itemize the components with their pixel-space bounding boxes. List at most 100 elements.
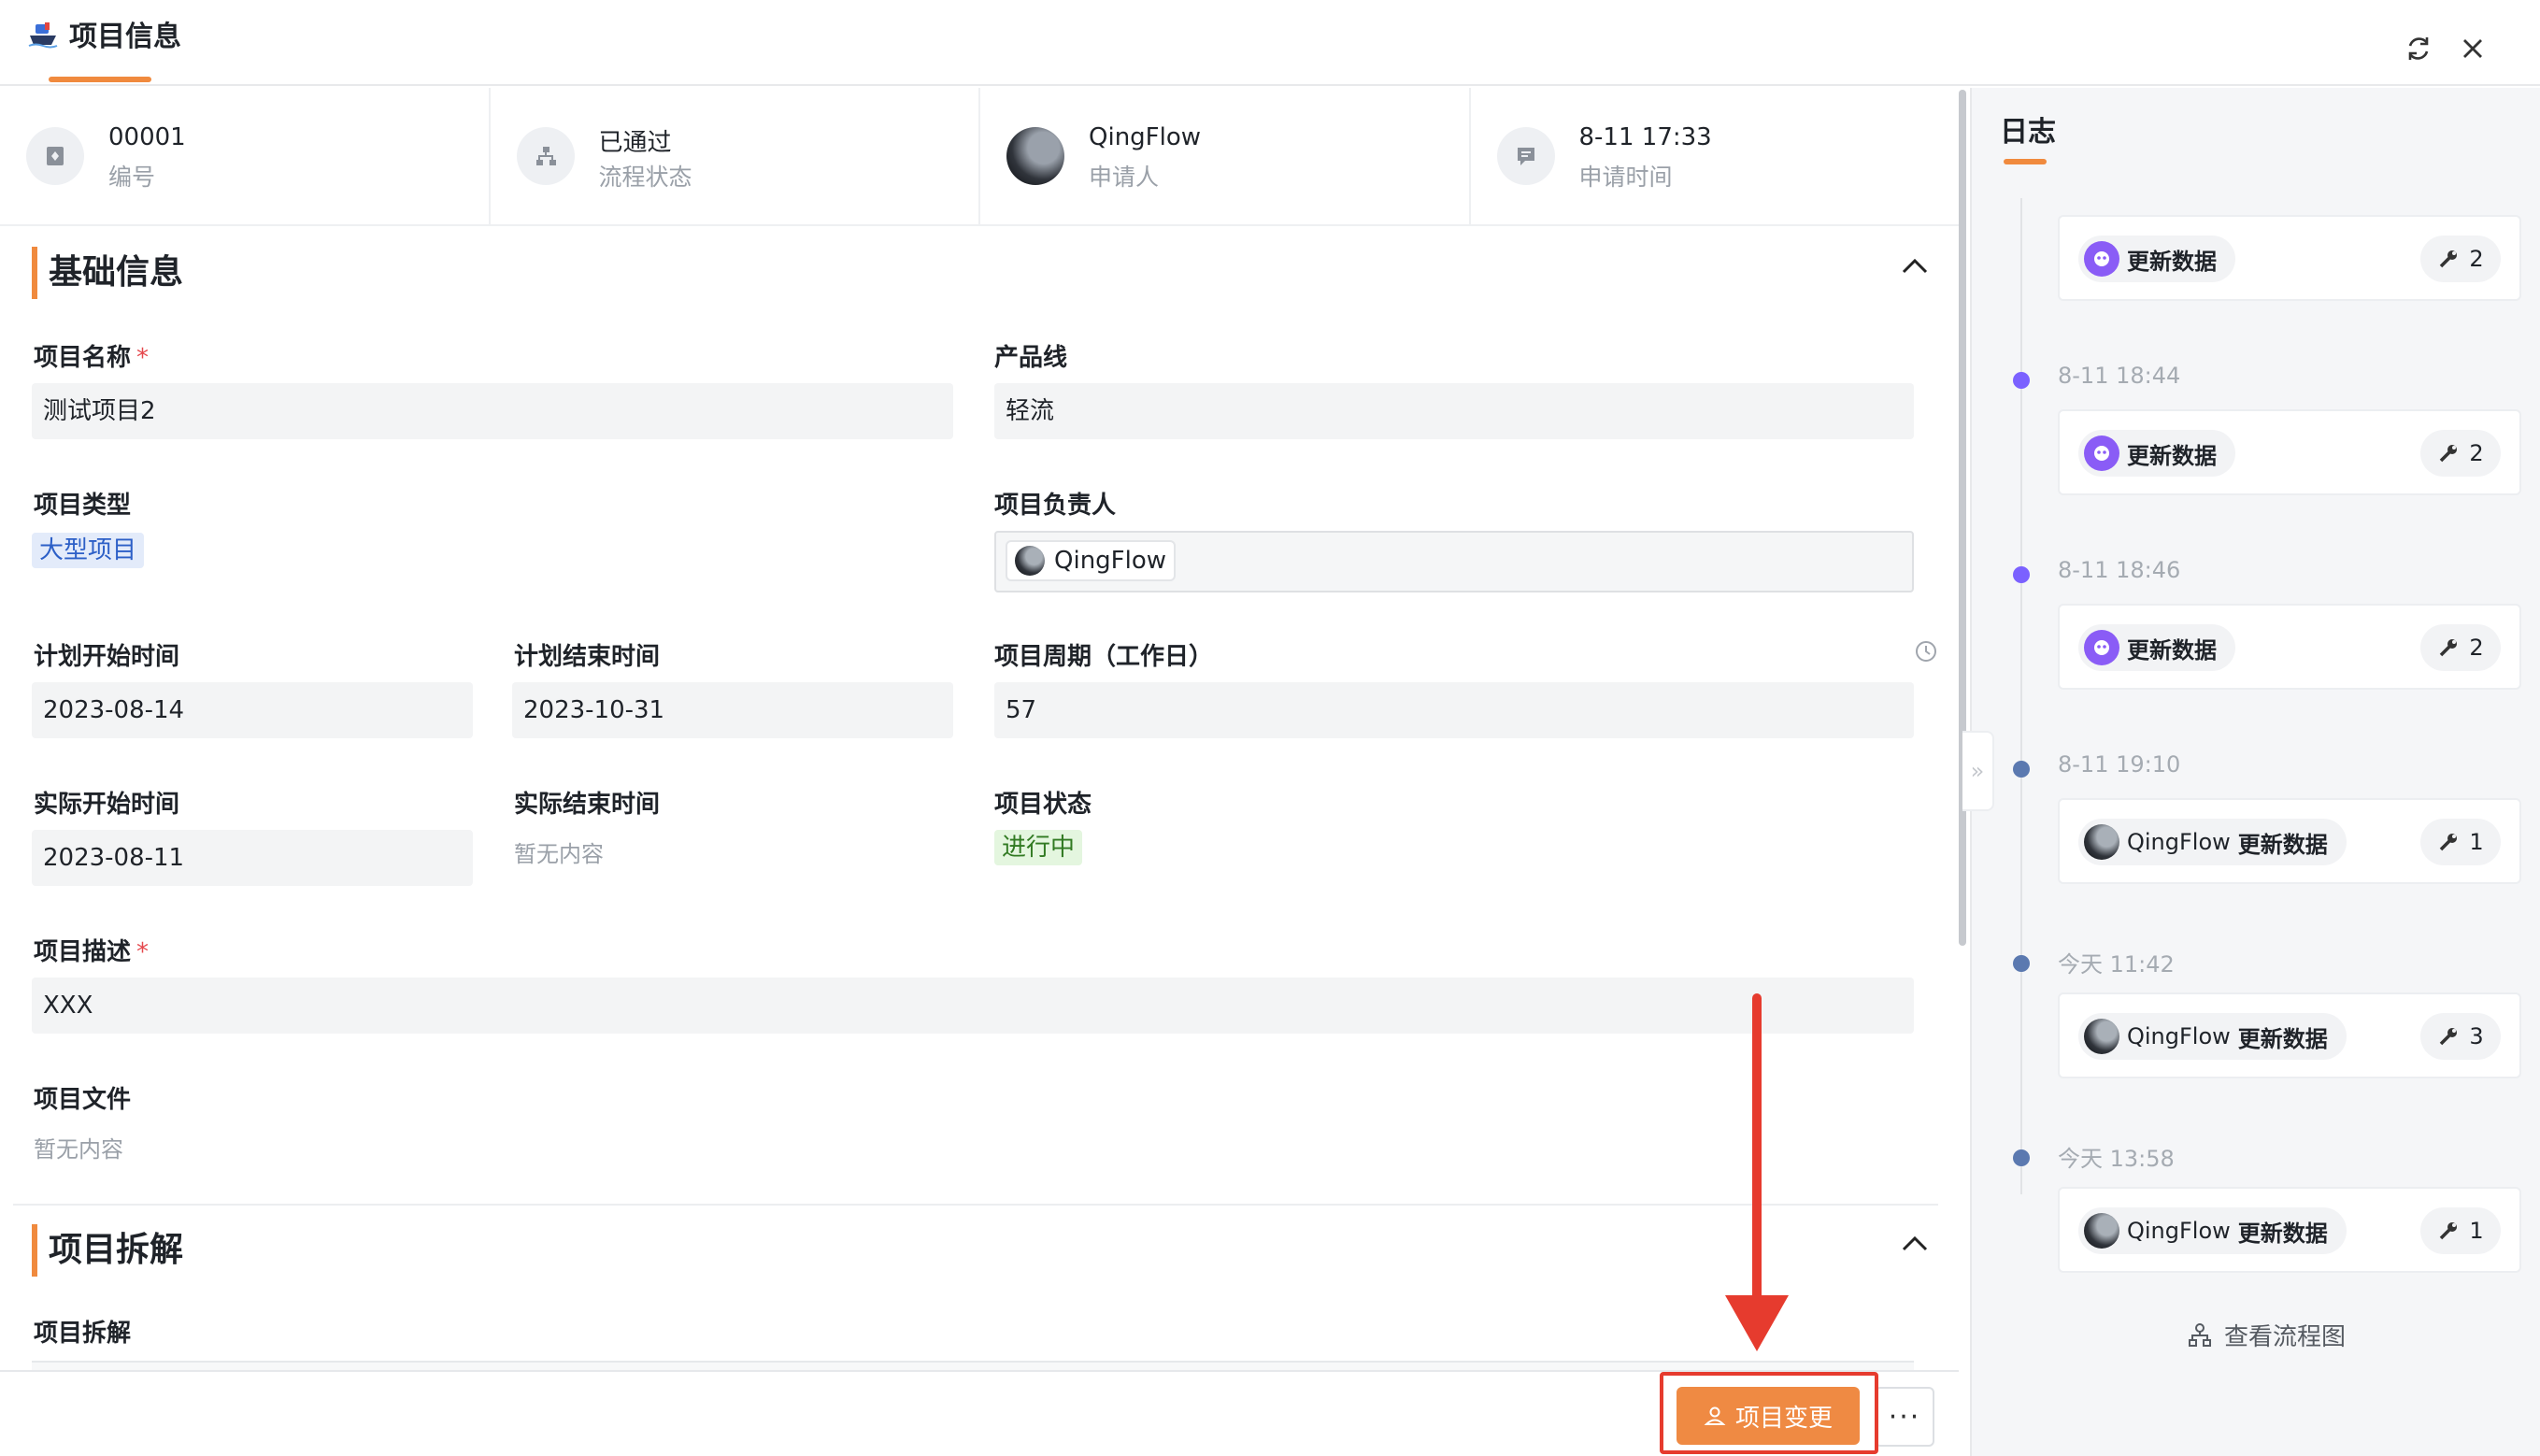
- tab-project-info[interactable]: 项目信息: [28, 19, 181, 84]
- project-detail-page: 项目信息 00001 编号 已通过 流程状态 QingFlow 申请人 8-11…: [0, 0, 2540, 1456]
- content-scrollbar[interactable]: [1959, 90, 1966, 946]
- log-entry[interactable]: 更新数据 2: [2058, 409, 2521, 495]
- log-actor: QingFlow: [2127, 1218, 2231, 1244]
- more-actions-button[interactable]: ···: [1875, 1387, 1934, 1447]
- log-action-pill: QingFlow 更新数据: [2078, 1207, 2347, 1254]
- section-divider: [13, 1204, 1938, 1206]
- chevron-up-icon[interactable]: [1899, 256, 1931, 277]
- log-count: 1: [2469, 829, 2484, 855]
- log-entry[interactable]: 更新数据 2: [2058, 215, 2521, 301]
- message-icon: [1496, 127, 1555, 185]
- log-time: 8-11 18:44: [2058, 363, 2181, 389]
- field-label-status: 项目状态: [994, 791, 1092, 819]
- wrench-icon: [2440, 834, 2458, 851]
- timeline-dot: [2013, 566, 2030, 583]
- applicant-avatar: [1006, 127, 1064, 185]
- user-avatar: [2084, 1213, 2119, 1249]
- field-label-type: 项目类型: [34, 492, 132, 520]
- field-plan-start-value[interactable]: 2023-08-14: [32, 682, 473, 738]
- robot-icon: [2084, 435, 2119, 471]
- log-count-pill: 1: [2420, 819, 2501, 865]
- field-label-name: 项目名称 *: [34, 338, 149, 373]
- chevron-up-icon[interactable]: [1899, 1234, 1931, 1254]
- field-label-breakdown: 项目拆解: [34, 1320, 132, 1348]
- log-entry[interactable]: 更新数据 2: [2058, 604, 2521, 690]
- field-name-value[interactable]: 测试项目2: [32, 383, 953, 439]
- field-label-product-line: 产品线: [994, 344, 1068, 372]
- summary-status-value: 已通过: [598, 129, 672, 157]
- required-mark: *: [136, 344, 150, 372]
- field-label-owner: 项目负责人: [994, 492, 1117, 520]
- summary-applicant-label: 申请人: [1089, 164, 1160, 191]
- robot-icon: [2084, 630, 2119, 665]
- log-time: 8-11 18:46: [2058, 557, 2181, 583]
- log-action-text: 更新数据: [2237, 831, 2328, 858]
- timeline-dot: [2013, 955, 2030, 972]
- close-icon[interactable]: [2456, 32, 2490, 65]
- summary-status: 已通过 流程状态: [491, 88, 980, 224]
- log-time: 今天 11:42: [2058, 951, 2175, 978]
- log-action-text: 更新数据: [2237, 1220, 2328, 1247]
- id-icon: [26, 127, 84, 185]
- field-label-actual-start: 实际开始时间: [34, 791, 180, 819]
- owner-name: QingFlow: [1054, 547, 1167, 575]
- timeline-dot: [2013, 372, 2030, 389]
- view-flowchart-link[interactable]: 查看流程图: [2187, 1318, 2346, 1352]
- log-entry[interactable]: QingFlow 更新数据 1: [2058, 1187, 2521, 1273]
- log-entry[interactable]: QingFlow 更新数据 3: [2058, 992, 2521, 1078]
- owner-chip[interactable]: QingFlow: [1006, 540, 1177, 581]
- annotation-arrow: [1725, 993, 1789, 1351]
- refresh-icon[interactable]: [2402, 32, 2435, 65]
- log-actor: QingFlow: [2127, 1023, 2231, 1049]
- section-title-breakdown: 项目拆解: [32, 1224, 183, 1277]
- form-content: 00001 编号 已通过 流程状态 QingFlow 申请人 8-11 17:3…: [0, 88, 1959, 1456]
- field-label-actual-end: 实际结束时间: [514, 791, 661, 819]
- field-label-name-text: 项目名称: [34, 344, 132, 372]
- project-type-tag: 大型项目: [32, 533, 145, 568]
- field-cycle-value[interactable]: 57: [994, 682, 1914, 738]
- annotation-highlight-box: [1660, 1372, 1878, 1454]
- log-action-pill: QingFlow 更新数据: [2078, 819, 2347, 865]
- log-count: 2: [2469, 440, 2484, 466]
- field-desc-value[interactable]: XXX: [32, 978, 1914, 1034]
- log-action-pill: 更新数据: [2078, 236, 2235, 282]
- log-action-text: 更新数据: [2237, 1025, 2328, 1052]
- summary-id: 00001 编号: [0, 88, 491, 224]
- window-header: 项目信息: [0, 0, 2540, 86]
- field-actual-end-empty: 暂无内容: [514, 841, 604, 867]
- timeline-line: [2020, 198, 2022, 1194]
- log-action-pill: 更新数据: [2078, 430, 2235, 477]
- field-label-desc: 项目描述 *: [34, 933, 149, 967]
- wrench-icon: [2440, 639, 2458, 657]
- collapse-panel-handle[interactable]: »: [1962, 731, 1994, 811]
- timeline-dot: [2013, 761, 2030, 778]
- log-count: 3: [2469, 1023, 2484, 1049]
- project-status-tag: 进行中: [994, 830, 1083, 865]
- field-actual-start-value[interactable]: 2023-08-11: [32, 830, 473, 886]
- robot-icon: [2084, 241, 2119, 277]
- field-product-line-value[interactable]: 轻流: [994, 383, 1914, 439]
- log-time: 今天 13:58: [2058, 1146, 2175, 1172]
- log-title: 日志: [2000, 116, 2056, 149]
- log-tab-indicator: [2004, 159, 2047, 164]
- wrench-icon: [2440, 250, 2458, 268]
- wrench-icon: [2440, 445, 2458, 463]
- log-entry[interactable]: QingFlow 更新数据 1: [2058, 798, 2521, 884]
- wrench-icon: [2440, 1222, 2458, 1240]
- summary-applicant: QingFlow 申请人: [980, 88, 1471, 224]
- tab-title: 项目信息: [69, 21, 181, 53]
- log-action-text: 更新数据: [2127, 636, 2217, 664]
- log-count-pill: 2: [2420, 624, 2501, 671]
- field-owner-box[interactable]: QingFlow: [994, 531, 1914, 592]
- summary-applicant-value: QingFlow: [1089, 123, 1202, 151]
- ship-icon: [28, 22, 58, 49]
- formula-clock-icon[interactable]: [1914, 639, 1938, 664]
- field-label-plan-start: 计划开始时间: [34, 643, 180, 671]
- summary-apply-time-value: 8-11 17:33: [1578, 123, 1712, 151]
- active-tab-indicator: [49, 77, 151, 82]
- log-action-text: 更新数据: [2127, 248, 2217, 275]
- timeline-dot: [2013, 1149, 2030, 1166]
- field-file-empty: 暂无内容: [34, 1136, 123, 1163]
- log-count-pill: 1: [2420, 1207, 2501, 1254]
- field-plan-end-value[interactable]: 2023-10-31: [512, 682, 953, 738]
